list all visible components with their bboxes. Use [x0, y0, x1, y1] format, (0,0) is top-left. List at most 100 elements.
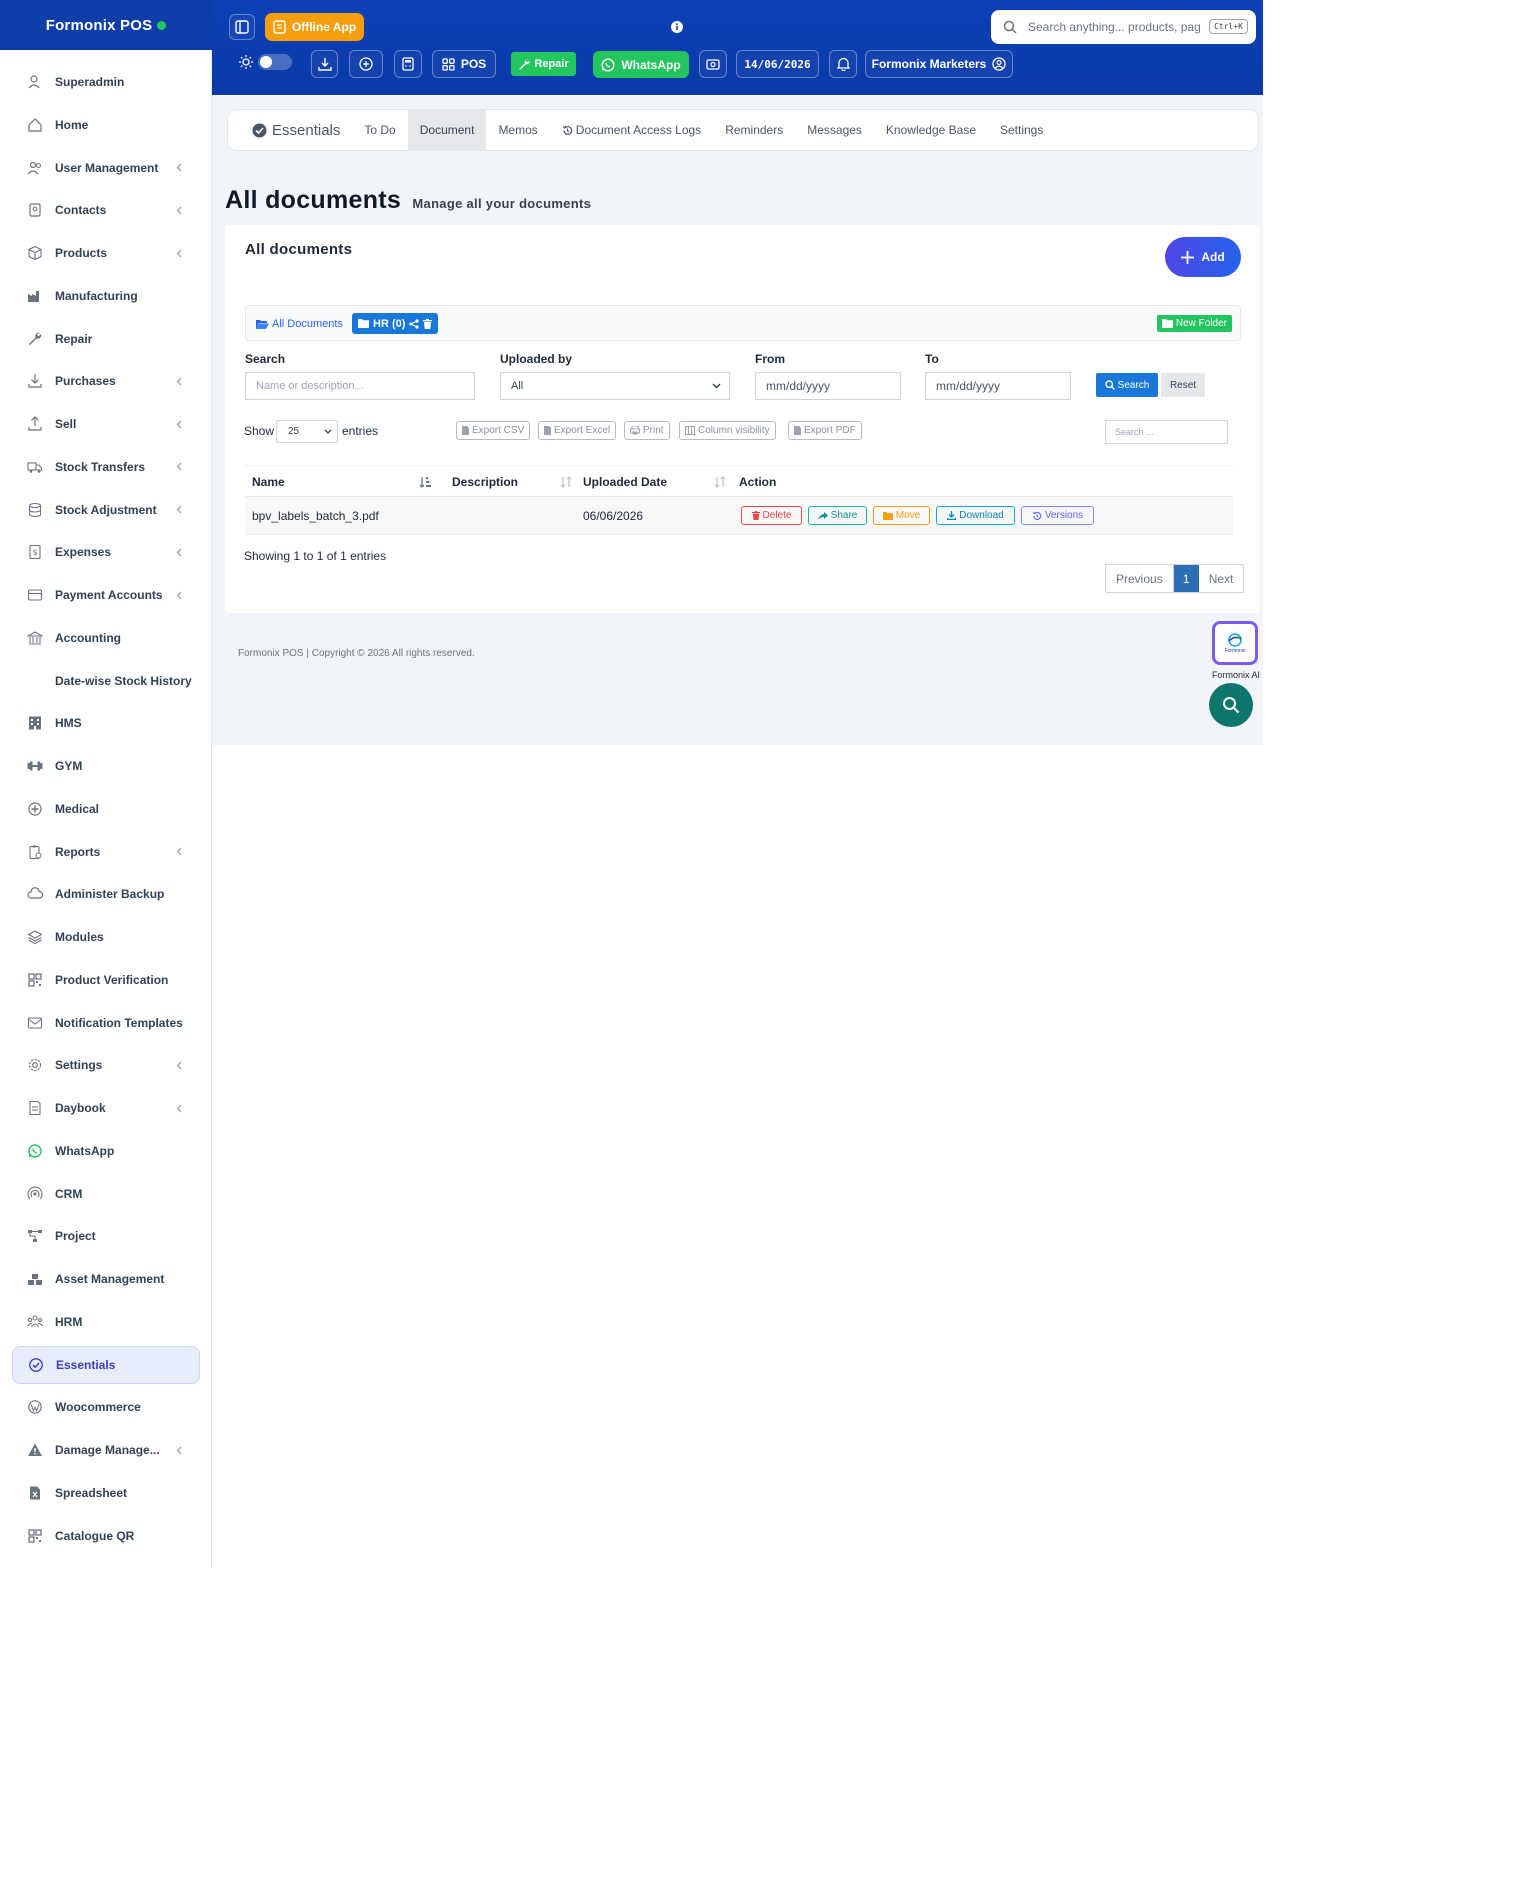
sidebar-item-hms[interactable]: HMS: [12, 704, 200, 742]
sidebar-item-manufacturing[interactable]: Manufacturing: [12, 277, 200, 315]
export-csv-button[interactable]: Export CSV: [456, 421, 531, 440]
pagination-previous[interactable]: Previous: [1106, 565, 1174, 592]
sidebar-item-reports[interactable]: Reports: [12, 833, 200, 871]
column-description[interactable]: Description: [452, 466, 572, 498]
sidebar-item-user-management[interactable]: User Management: [12, 149, 200, 187]
download-icon: [947, 511, 957, 520]
sidebar-item-product-verification[interactable]: Product Verification: [12, 961, 200, 999]
sidebar-item-crm[interactable]: CRM: [12, 1175, 200, 1213]
sidebar-item-administer-backup[interactable]: Administer Backup: [12, 875, 200, 913]
search-shortcut-badge: Ctrl+K: [1209, 19, 1248, 34]
sidebar-item-medical[interactable]: Medical: [12, 790, 200, 828]
sidebar-item-stock-transfers[interactable]: Stock Transfers: [12, 448, 200, 486]
column-action-label: Action: [739, 475, 777, 489]
sidebar-item-contacts[interactable]: Contacts: [12, 191, 200, 229]
trash-icon[interactable]: [423, 318, 433, 329]
notifications-button[interactable]: [829, 50, 857, 78]
search-filter-input[interactable]: Name or description...: [245, 372, 475, 400]
repair-button[interactable]: Repair: [511, 52, 576, 76]
sidebar-item-whatsapp[interactable]: WhatsApp: [12, 1132, 200, 1170]
tab-knowledge-base[interactable]: Knowledge Base: [874, 109, 988, 151]
delete-button[interactable]: Delete: [741, 506, 802, 525]
theme-toggle[interactable]: [258, 54, 292, 70]
share-icon[interactable]: [409, 318, 419, 329]
sidebar-item-label: Asset Management: [55, 1272, 165, 1286]
sidebar-item-expenses[interactable]: $ Expenses: [12, 533, 200, 571]
pos-button[interactable]: POS: [432, 50, 496, 78]
column-visibility-button[interactable]: Column visibility: [679, 421, 776, 440]
sidebar-item-superadmin[interactable]: Superadmin: [12, 63, 200, 101]
to-date-input[interactable]: mm/dd/yyyy: [925, 372, 1071, 400]
pagination-next[interactable]: Next: [1199, 565, 1244, 592]
print-button[interactable]: Print: [624, 421, 670, 440]
global-search[interactable]: Search anything... products, pag Ctrl+K: [991, 10, 1256, 44]
sidebar-item-notification-templates[interactable]: Notification Templates: [12, 1004, 200, 1042]
sidebar-item-repair[interactable]: Repair: [12, 320, 200, 358]
column-uploaded-date[interactable]: Uploaded Date: [583, 466, 726, 498]
calculator-icon: [402, 57, 414, 71]
pagination-page-1[interactable]: 1: [1173, 565, 1199, 592]
sidebar-item-gym[interactable]: GYM: [12, 747, 200, 785]
sidebar-item-daybook[interactable]: Daybook: [12, 1089, 200, 1127]
sidebar-item-accounting[interactable]: Accounting: [12, 619, 200, 657]
sidebar-item-stock-adjustment[interactable]: Stock Adjustment: [12, 491, 200, 529]
business-profile-button[interactable]: Formonix Marketers: [865, 50, 1013, 78]
tab-document-access-logs[interactable]: Document Access Logs: [550, 109, 713, 151]
sidebar-item-damage-manage[interactable]: Damage Manage...: [12, 1431, 200, 1469]
filter-reset-button[interactable]: Reset: [1161, 373, 1205, 397]
sidebar-item-woocommerce[interactable]: Woocommerce: [12, 1388, 200, 1426]
tab-memos[interactable]: Memos: [486, 109, 549, 151]
page-size-select[interactable]: 25: [276, 420, 338, 443]
tab-essentials-brand[interactable]: Essentials: [228, 109, 352, 151]
sidebar-item-purchases[interactable]: Purchases: [12, 362, 200, 400]
tab-document[interactable]: Document: [407, 109, 487, 151]
export-excel-button[interactable]: Export Excel: [538, 421, 617, 440]
sidebar-item-date-wise-stock-history[interactable]: Date-wise Stock History: [12, 662, 200, 700]
uploaded-by-select[interactable]: All: [500, 372, 730, 400]
tab-messages[interactable]: Messages: [795, 109, 874, 151]
info-icon[interactable]: [671, 21, 683, 33]
offline-app-button[interactable]: Offline App: [265, 13, 364, 41]
folder-icon: [882, 511, 893, 520]
from-date-input[interactable]: mm/dd/yyyy: [755, 372, 901, 400]
filter-search-button[interactable]: Search: [1096, 373, 1158, 397]
table-search-input[interactable]: Search ...: [1105, 420, 1228, 444]
tab-reminders[interactable]: Reminders: [713, 109, 795, 151]
share-button[interactable]: Share: [808, 506, 867, 525]
cash-register-button[interactable]: [699, 50, 727, 78]
sidebar-item-sell[interactable]: Sell: [12, 405, 200, 443]
move-button[interactable]: Move: [873, 506, 930, 525]
search-fab-button[interactable]: [1209, 683, 1253, 727]
breadcrumb-folder-hr[interactable]: HR (0): [352, 313, 439, 334]
new-folder-button[interactable]: New Folder: [1156, 315, 1232, 332]
sidebar-toggle-button[interactable]: [229, 14, 255, 40]
sidebar-item-project[interactable]: Project: [12, 1217, 200, 1255]
download-button[interactable]: Download: [936, 506, 1015, 525]
sidebar-item-home[interactable]: Home: [12, 106, 200, 144]
sidebar-item-products[interactable]: Products: [12, 234, 200, 272]
sidebar-item-modules[interactable]: Modules: [12, 918, 200, 956]
export-pdf-button[interactable]: Export PDF: [788, 421, 862, 440]
bell-icon: [836, 57, 850, 71]
versions-button[interactable]: Versions: [1021, 506, 1094, 525]
add-document-button[interactable]: Add: [1165, 237, 1241, 277]
sidebar-item-hrm[interactable]: HRM: [12, 1303, 200, 1341]
trash-icon: [751, 511, 760, 520]
sidebar-item-settings[interactable]: Settings: [12, 1046, 200, 1084]
sidebar-item-payment-accounts[interactable]: Payment Accounts: [12, 576, 200, 614]
sidebar-item-asset-management[interactable]: Asset Management: [12, 1260, 200, 1298]
formonix-ai-button[interactable]: Formonix: [1212, 621, 1258, 665]
global-search-input[interactable]: Search anything... products, pag: [1028, 20, 1201, 34]
brand-logo[interactable]: Formonix POS: [0, 0, 212, 50]
calculator-button[interactable]: [394, 50, 422, 78]
whatsapp-button[interactable]: WhatsApp: [593, 51, 689, 78]
download-button[interactable]: [311, 50, 338, 78]
add-quick-button[interactable]: [349, 50, 383, 78]
column-name[interactable]: Name: [252, 466, 437, 498]
tab-settings[interactable]: Settings: [988, 109, 1055, 151]
sidebar-item-catalogue-qr[interactable]: Catalogue QR: [12, 1517, 200, 1555]
tab-todo[interactable]: To Do: [352, 109, 407, 151]
sidebar-item-spreadsheet[interactable]: Spreadsheet: [12, 1474, 200, 1512]
sidebar-item-essentials[interactable]: Essentials: [12, 1345, 200, 1384]
breadcrumb-all-documents[interactable]: All Documents: [256, 318, 343, 330]
